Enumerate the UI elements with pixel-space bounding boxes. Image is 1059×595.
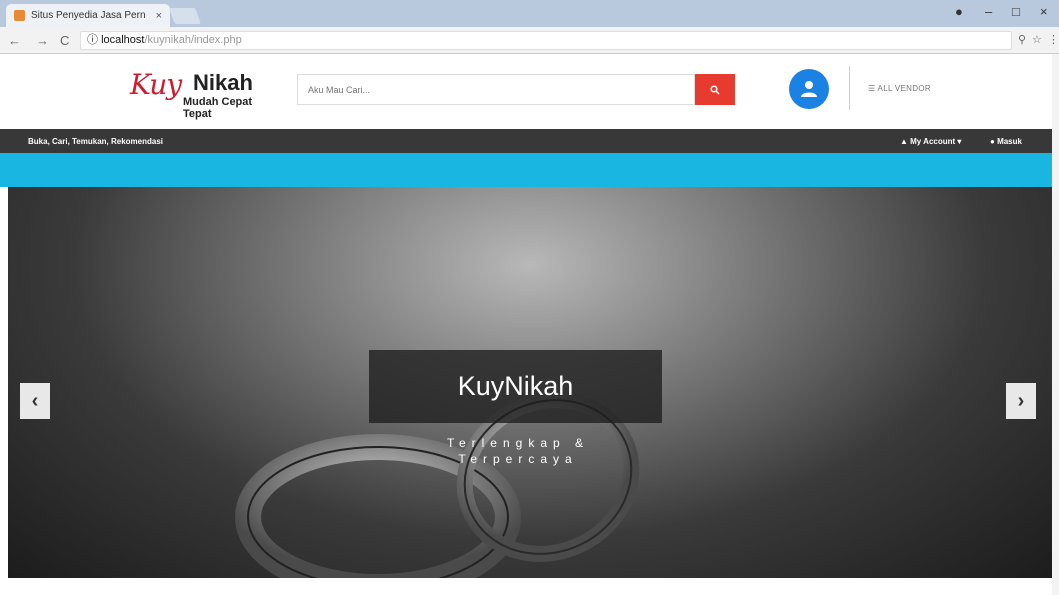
info-icon: ⓘ [87, 34, 98, 46]
hero-carousel: KuyNikah Terlengkap & Terpercaya ‹ › [8, 187, 1052, 578]
browser-titlebar: Situs Penyedia Jasa Pern × ● – □ × [0, 0, 1059, 27]
address-bar-row: ← → C ⓘ localhost/kuynikah/index.php ⚲ ☆… [0, 27, 1059, 54]
forward-button[interactable]: → [36, 33, 49, 48]
nav-tagline: Buka, Cari, Temukan, Rekomendasi [28, 137, 164, 146]
carousel-prev-button[interactable]: ‹ [20, 383, 50, 419]
header-divider [849, 66, 850, 110]
my-account-label: My Account ▾ [910, 137, 962, 146]
carousel-subtitle: Terlengkap & Terpercaya [446, 436, 590, 466]
search-input[interactable] [297, 74, 695, 105]
logo-script: Kuy [130, 68, 182, 101]
carousel-title: KuyNikah [369, 350, 662, 423]
bookmark-star-icon[interactable]: ☆ [1032, 33, 1042, 46]
logo-tagline: Mudah Cepat Tepat [183, 96, 253, 120]
cyan-banner-bar [0, 153, 1059, 187]
search-button[interactable] [695, 74, 735, 105]
masuk-link[interactable]: ● Masuk [990, 137, 1022, 146]
masuk-label: Masuk [997, 137, 1022, 146]
search-icon [710, 84, 720, 95]
user-icon [801, 81, 817, 97]
user-small-icon: ▲ [900, 137, 911, 146]
carousel-next-button[interactable]: › [1006, 383, 1036, 419]
profile-icon[interactable]: ● [955, 4, 963, 19]
my-account-menu[interactable]: ▲ My Account ▾ [900, 137, 961, 146]
login-icon: ● [990, 137, 998, 146]
url-host: localhost [101, 34, 145, 46]
maximize-button[interactable]: □ [1012, 4, 1020, 19]
close-window-button[interactable]: × [1040, 4, 1048, 19]
favicon-icon [14, 10, 25, 21]
site-header: Kuy Nikah Mudah Cepat Tepat ☰ ALL VENDOR [0, 54, 1059, 129]
top-nav-bar: Buka, Cari, Temukan, Rekomendasi ▲ My Ac… [0, 129, 1059, 153]
back-button[interactable]: ← [8, 33, 21, 48]
url-path: /kuynikah/index.php [144, 34, 242, 46]
menu-icon[interactable]: ⋮ [1048, 33, 1059, 46]
reload-button[interactable]: C [60, 33, 69, 48]
logo-title: Nikah [193, 70, 253, 95]
user-account-button[interactable] [789, 69, 829, 109]
browser-tab[interactable]: Situs Penyedia Jasa Pern × [6, 4, 170, 27]
new-tab-button[interactable] [169, 8, 201, 24]
zoom-icon[interactable]: ⚲ [1018, 33, 1026, 46]
kuynikah-logo[interactable]: Kuy Nikah Mudah Cepat Tepat [130, 64, 260, 120]
tab-close-icon[interactable]: × [156, 10, 162, 22]
tab-title: Situs Penyedia Jasa Pern [31, 10, 146, 21]
page-scrollbar[interactable] [1052, 54, 1059, 595]
minimize-button[interactable]: – [985, 4, 992, 19]
url-field[interactable]: ⓘ localhost/kuynikah/index.php [80, 31, 1012, 50]
all-vendor-link[interactable]: ☰ ALL VENDOR [868, 84, 931, 93]
